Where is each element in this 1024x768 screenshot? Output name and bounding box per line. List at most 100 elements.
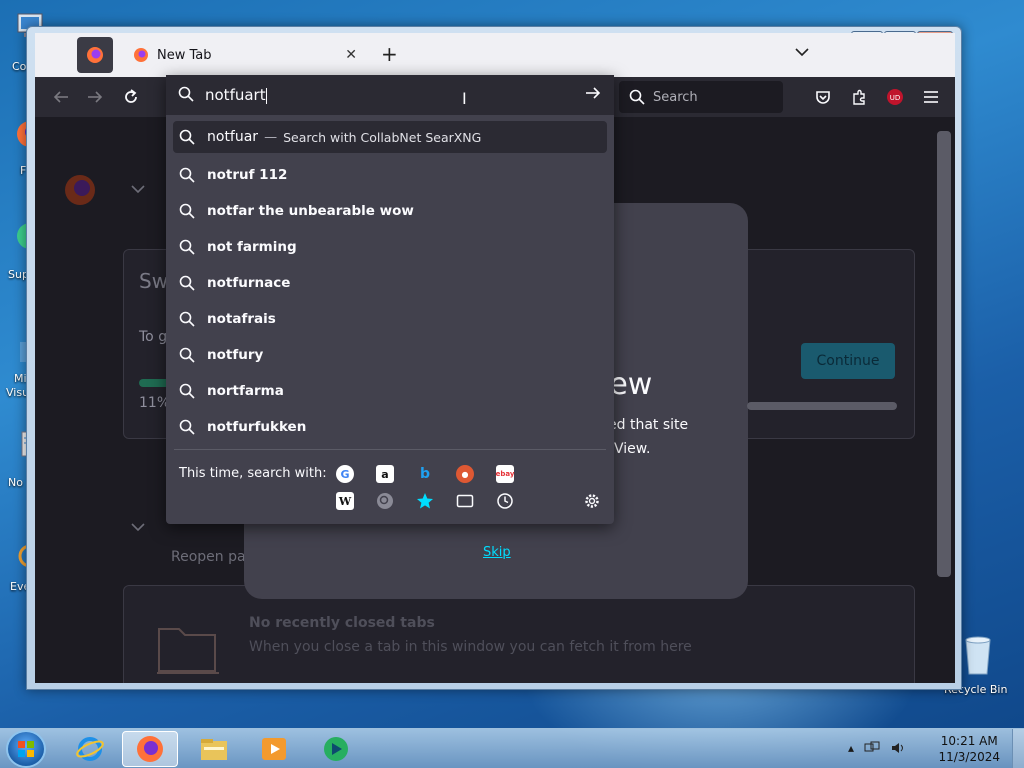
suggestion-row[interactable]: notafrais — [173, 301, 607, 337]
urlbar-search-icon — [178, 86, 194, 102]
url-input[interactable]: notfuart I — [166, 75, 614, 115]
suggestion-row[interactable]: nortfarma — [173, 373, 607, 409]
suggestion-row[interactable]: notfar the unbearable wow — [173, 193, 607, 229]
taskbar-media-player[interactable] — [246, 731, 302, 767]
suggestion-list: notfuar — Search with CollabNet SearXNG … — [173, 121, 607, 445]
svg-text:UD: UD — [890, 94, 901, 102]
taskbar-app-green[interactable] — [308, 731, 364, 767]
bing-engine-icon[interactable]: b — [416, 465, 434, 483]
suggestion-row[interactable]: notfuar — Search with CollabNet SearXNG — [173, 121, 607, 153]
internet-explorer-icon — [76, 737, 104, 761]
background-card-heading: Sw — [139, 269, 169, 293]
suggestion-action: Search with CollabNet SearXNG — [283, 129, 482, 145]
system-tray: ▴ — [848, 741, 906, 758]
page-scrollbar[interactable] — [937, 131, 951, 577]
urlbar-dropdown: notfuart I notfuar — Search with CollabN… — [166, 75, 614, 524]
firefox-icon — [137, 736, 163, 762]
taskbar-clock[interactable]: 10:21 AM 11/3/2024 — [938, 733, 1000, 765]
search-icon — [179, 129, 195, 145]
search-icon — [179, 167, 195, 183]
tab-strip: New Tab ✕ + — [35, 33, 955, 77]
modal-line-2: View. — [614, 441, 651, 457]
duckduckgo-engine-icon[interactable]: ● — [456, 465, 474, 483]
desktop-label-computer: Co — [12, 60, 27, 73]
suggestions-divider — [174, 449, 606, 450]
history-clock-icon[interactable] — [496, 492, 514, 510]
search-bar[interactable]: Search — [619, 81, 783, 113]
suggestion-separator: — — [264, 129, 278, 145]
desktop-label-mi: Mi — [14, 372, 27, 385]
green-app-icon — [324, 737, 348, 761]
windows-logo-icon — [18, 741, 34, 757]
url-input-text: notfuart — [205, 86, 267, 104]
searxng-engine-icon[interactable] — [376, 492, 394, 510]
firefox-icon — [87, 47, 103, 63]
show-desktop-button[interactable] — [1012, 729, 1024, 768]
collapse-chevron-icon[interactable] — [131, 183, 145, 198]
go-arrow-icon[interactable] — [584, 84, 602, 107]
new-tab-plus-icon[interactable]: + — [381, 42, 398, 66]
reopen-label: Reopen pa — [171, 549, 246, 565]
bookmarks-star-icon[interactable] — [416, 492, 434, 510]
recycle-bin-icon[interactable] — [958, 632, 998, 676]
search-icon — [179, 239, 195, 255]
ebay-engine-icon[interactable]: ebay — [496, 465, 514, 483]
hamburger-menu-icon[interactable] — [921, 87, 941, 107]
suggestion-text: not farming — [207, 239, 297, 255]
search-settings-gear-icon[interactable] — [583, 492, 601, 510]
tab-title: New Tab — [157, 47, 212, 63]
search-with-label: This time, search with: — [179, 466, 327, 481]
suggestion-row[interactable]: not farming — [173, 229, 607, 265]
forward-arrow-icon[interactable] — [85, 87, 105, 107]
search-icon — [179, 419, 195, 435]
text-cursor-ibeam-icon: I — [462, 89, 467, 108]
search-icon — [629, 89, 645, 105]
tabs-engine-icon[interactable] — [456, 492, 474, 510]
taskbar-file-explorer[interactable] — [186, 731, 242, 767]
suggestion-row[interactable]: notfurnace — [173, 265, 607, 301]
search-icon — [179, 347, 195, 363]
suggestion-row[interactable]: notfury — [173, 337, 607, 373]
folder-icon — [201, 739, 227, 760]
suggestion-text: notruf 112 — [207, 167, 288, 183]
tab-close-icon[interactable]: ✕ — [345, 47, 357, 63]
google-engine-icon[interactable]: G — [336, 465, 354, 483]
tab-new-tab[interactable]: New Tab ✕ — [121, 37, 369, 73]
amazon-engine-icon[interactable]: a — [376, 465, 394, 483]
clock-time: 10:21 AM — [940, 734, 998, 748]
extensions-puzzle-icon[interactable] — [849, 87, 869, 107]
volume-icon[interactable] — [890, 741, 906, 758]
show-hidden-icons-arrow-icon[interactable]: ▴ — [848, 741, 854, 758]
firefox-tab-favicon-icon — [134, 48, 148, 62]
clock-date: 11/3/2024 — [938, 750, 1000, 764]
recently-closed-text: When you close a tab in this window you … — [249, 639, 692, 655]
suggestion-row[interactable]: notfurfukken — [173, 409, 607, 445]
search-icon — [179, 311, 195, 327]
taskbar-internet-explorer[interactable] — [62, 731, 118, 767]
desktop-label-notepad: No — [8, 476, 23, 489]
continue-button[interactable]: Continue — [801, 343, 895, 379]
firefox-logo-icon — [65, 175, 95, 205]
empty-folder-icon — [157, 628, 219, 674]
network-icon[interactable] — [864, 741, 880, 758]
firefox-view-button[interactable] — [77, 37, 113, 73]
suggestion-text: notfury — [207, 347, 264, 363]
suggestion-row[interactable]: notruf 112 — [173, 157, 607, 193]
media-player-icon — [262, 738, 286, 760]
recently-closed-card — [123, 585, 915, 683]
pocket-icon[interactable] — [813, 87, 833, 107]
start-button[interactable] — [6, 730, 46, 768]
search-icon — [179, 203, 195, 219]
ublock-origin-icon[interactable]: UD — [885, 87, 905, 107]
taskbar-firefox[interactable] — [122, 731, 178, 767]
suggestion-text: notfurfukken — [207, 419, 307, 435]
list-all-tabs-chevron-icon[interactable] — [795, 45, 809, 61]
back-arrow-icon[interactable] — [51, 87, 71, 107]
wikipedia-engine-icon[interactable]: W — [336, 492, 354, 510]
skip-link[interactable]: Skip — [483, 545, 511, 560]
recently-closed-chevron-icon[interactable] — [131, 521, 145, 536]
recently-closed-title: No recently closed tabs — [249, 615, 435, 631]
search-icon — [179, 275, 195, 291]
taskbar: ▴ 10:21 AM 11/3/2024 — [0, 728, 1024, 768]
reload-icon[interactable] — [121, 87, 141, 107]
